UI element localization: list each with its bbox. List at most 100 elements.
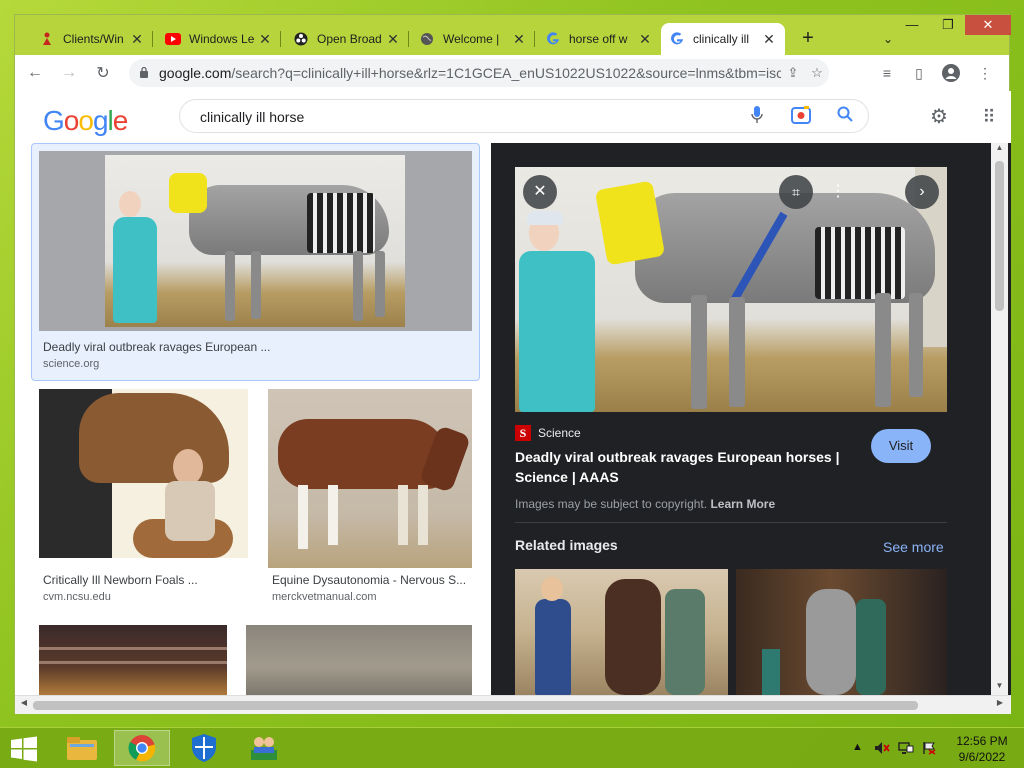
result-caption[interactable]: Deadly viral outbreak ravages European .…: [43, 340, 463, 354]
vertical-scrollbar[interactable]: ▲ ▼: [991, 143, 1008, 695]
media-control-icon[interactable]: ≡: [873, 59, 901, 87]
close-preview-icon[interactable]: ✕: [523, 175, 557, 209]
divider: [515, 522, 947, 523]
bookmark-star-icon[interactable]: ☆: [805, 65, 829, 81]
show-hidden-icons-chevron-icon[interactable]: ▲: [852, 741, 863, 753]
reload-icon[interactable]: ↻: [89, 59, 117, 87]
profile-avatar-icon[interactable]: [937, 59, 965, 87]
microphone-icon[interactable]: [746, 106, 768, 128]
horizontal-scrollbar[interactable]: ◀ ▶: [15, 695, 1011, 714]
visit-button[interactable]: Visit: [871, 429, 931, 463]
clock-time: 12:56 PM: [956, 734, 1008, 748]
network-users-icon[interactable]: [236, 730, 292, 766]
image-result-card[interactable]: Critically Ill Newborn Foals ... cvm.ncs…: [39, 387, 249, 617]
preview-title-link[interactable]: Deadly viral outbreak ravages European h…: [515, 447, 855, 487]
related-image[interactable]: [736, 569, 947, 695]
image-results-grid: Deadly viral outbreak ravages European .…: [15, 143, 491, 695]
preview-image[interactable]: ✕ ⌗ ⋮ ›: [515, 167, 947, 412]
scroll-left-arrow-icon[interactable]: ◀: [17, 698, 31, 712]
image-result-card[interactable]: Equine Dysautonomia - Nervous S... merck…: [268, 387, 478, 617]
side-panel-icon[interactable]: ▯: [905, 59, 933, 87]
chrome-taskbar-icon[interactable]: [114, 730, 170, 766]
page-content: Google clinically ill horse ⚙ ⠿ Deadly v…: [15, 91, 1011, 695]
tab-welcome[interactable]: Welcome | ✕: [411, 23, 535, 55]
volume-muted-icon[interactable]: [874, 741, 890, 758]
search-input[interactable]: clinically ill horse: [179, 99, 869, 133]
result-thumbnail[interactable]: [39, 625, 227, 695]
tab-open-broadcaster[interactable]: Open Broad ✕: [285, 23, 409, 55]
result-caption[interactable]: Critically Ill Newborn Foals ...: [43, 573, 243, 587]
google-header: Google clinically ill horse ⚙ ⠿: [15, 91, 1011, 143]
scroll-right-arrow-icon[interactable]: ▶: [993, 698, 1007, 712]
tab-title: Welcome |: [443, 32, 500, 46]
see-more-link[interactable]: See more: [883, 539, 944, 555]
lens-search-icon[interactable]: ⌗: [779, 175, 813, 209]
google-icon: [545, 31, 561, 47]
scroll-down-arrow-icon[interactable]: ▼: [991, 681, 1008, 695]
tab-horse-off[interactable]: horse off w ✕: [537, 23, 661, 55]
minimize-button[interactable]: —: [895, 15, 929, 35]
new-tab-button[interactable]: +: [797, 28, 819, 50]
image-preview-panel: ✕ ⌗ ⋮ › S Science Deadly viral outbreak …: [491, 143, 1011, 695]
action-center-flag-icon[interactable]: [922, 741, 936, 758]
url-text[interactable]: google.com/search?q=clinically+ill+horse…: [159, 65, 781, 81]
learn-more-link[interactable]: Learn More: [710, 497, 775, 511]
preview-source[interactable]: S Science: [515, 425, 581, 441]
taskbar: ▲ 12:56 PM 9/6/2022: [0, 727, 1024, 768]
browser-toolbar: ← → ↻ google.com/search?q=clinically+ill…: [15, 55, 1009, 91]
more-options-icon[interactable]: ⋮: [821, 175, 855, 209]
network-icon[interactable]: [898, 741, 914, 758]
windows-start-icon[interactable]: [10, 736, 38, 762]
kebab-menu-icon[interactable]: ⋮: [971, 59, 999, 87]
image-result-card[interactable]: Deadly viral outbreak ravages European .…: [31, 143, 480, 381]
camera-lens-icon[interactable]: [790, 106, 812, 128]
tab-close-icon[interactable]: ✕: [257, 31, 273, 47]
tab-title: Clients/Win: [63, 32, 124, 46]
result-thumbnail[interactable]: [39, 389, 248, 558]
address-bar[interactable]: google.com/search?q=clinically+ill+horse…: [129, 59, 829, 87]
gear-icon[interactable]: ⚙: [927, 105, 951, 129]
google-icon: [669, 31, 685, 47]
forward-arrow-icon[interactable]: →: [55, 59, 83, 87]
related-image[interactable]: [515, 569, 728, 695]
source-name: Science: [538, 426, 581, 440]
result-source: merckvetmanual.com: [272, 591, 377, 603]
tab-clinically-ill[interactable]: clinically ill ✕: [661, 23, 785, 55]
tab-close-icon[interactable]: ✕: [761, 31, 777, 47]
tab-windows-le[interactable]: Windows Le ✕: [157, 23, 281, 55]
clock-date: 9/6/2022: [958, 750, 1006, 764]
red-figure-icon: [39, 31, 55, 47]
science-logo-icon: S: [515, 425, 531, 441]
back-arrow-icon[interactable]: ←: [21, 59, 49, 87]
apps-grid-icon[interactable]: ⠿: [977, 105, 1001, 129]
result-thumbnail[interactable]: [246, 625, 472, 695]
tab-title: horse off w: [569, 32, 628, 46]
tab-title: clinically ill: [693, 32, 750, 46]
system-clock[interactable]: 12:56 PM 9/6/2022: [950, 733, 1014, 765]
scrollbar-thumb[interactable]: [33, 701, 918, 710]
copyright-notice: Images may be subject to copyright. Lear…: [515, 497, 776, 511]
tab-clients[interactable]: Clients/Win ✕: [31, 23, 153, 55]
scrollbar-thumb[interactable]: [995, 161, 1004, 311]
window-close-button[interactable]: ✕: [965, 15, 1011, 35]
result-thumbnail[interactable]: [39, 151, 472, 331]
search-icon[interactable]: [834, 106, 856, 128]
share-icon[interactable]: ⇪: [781, 65, 805, 81]
tab-close-icon[interactable]: ✕: [385, 31, 401, 47]
result-caption[interactable]: Equine Dysautonomia - Nervous S...: [272, 573, 470, 587]
restore-button[interactable]: ❐: [931, 15, 965, 35]
scroll-up-arrow-icon[interactable]: ▲: [991, 143, 1008, 157]
security-shield-icon[interactable]: [176, 730, 232, 766]
tab-strip: Clients/Win ✕ Windows Le ✕ Open Broad ✕ …: [15, 15, 1011, 55]
youtube-icon: [165, 31, 181, 47]
next-image-chevron-icon[interactable]: ›: [905, 175, 939, 209]
file-explorer-icon[interactable]: [54, 730, 110, 766]
google-logo[interactable]: Google: [43, 105, 128, 137]
tab-close-icon[interactable]: ✕: [129, 31, 145, 47]
tab-close-icon[interactable]: ✕: [637, 31, 653, 47]
tab-close-icon[interactable]: ✕: [511, 31, 527, 47]
related-images-heading: Related images: [515, 537, 618, 553]
search-query[interactable]: clinically ill horse: [200, 109, 304, 125]
result-thumbnail[interactable]: [268, 389, 472, 568]
chrome-window: Clients/Win ✕ Windows Le ✕ Open Broad ✕ …: [14, 14, 1011, 714]
